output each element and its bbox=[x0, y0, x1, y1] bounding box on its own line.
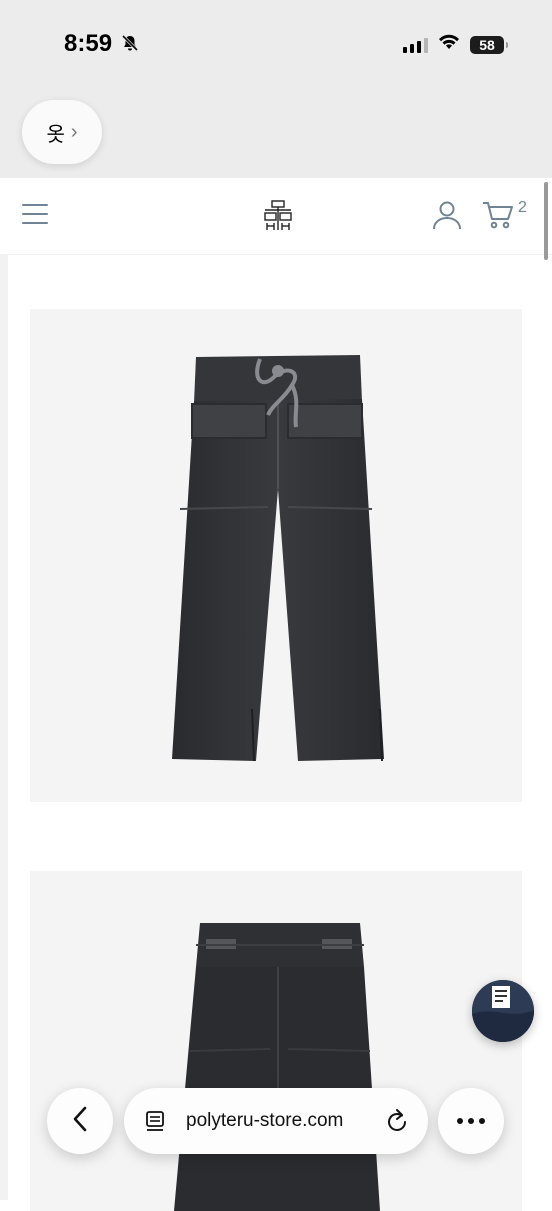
back-button[interactable] bbox=[47, 1088, 113, 1154]
account-icon[interactable] bbox=[432, 200, 462, 235]
url-text: polyteru-store.com bbox=[186, 1110, 344, 1131]
bell-slash-icon bbox=[121, 34, 139, 57]
status-indicators: 58 bbox=[403, 34, 508, 55]
cart-icon[interactable] bbox=[482, 200, 514, 235]
status-time: 8:59 bbox=[64, 30, 113, 57]
site-header: 2 bbox=[0, 178, 552, 255]
menu-icon[interactable] bbox=[22, 204, 48, 224]
floating-product-thumbnail[interactable] bbox=[472, 980, 534, 1042]
translate-label: 옷 bbox=[46, 123, 65, 146]
translate-button[interactable]: 옷 › bbox=[22, 100, 102, 164]
address-bar[interactable]: polyteru-store.com bbox=[124, 1088, 428, 1154]
tabs-icon[interactable] bbox=[144, 1109, 168, 1138]
back-icon bbox=[71, 1105, 89, 1138]
reload-icon[interactable] bbox=[386, 1108, 410, 1139]
wifi-icon bbox=[438, 34, 460, 55]
more-icon bbox=[456, 1112, 486, 1130]
product-image-front[interactable] bbox=[30, 309, 522, 802]
logo[interactable] bbox=[263, 200, 293, 232]
battery-icon: 58 bbox=[470, 35, 508, 54]
more-button[interactable] bbox=[438, 1088, 504, 1154]
chevron-right-icon: › bbox=[70, 120, 78, 143]
scrollbar[interactable] bbox=[544, 182, 548, 260]
page-gutter bbox=[0, 254, 8, 1200]
product-image-back[interactable] bbox=[30, 871, 522, 1211]
signal-icon bbox=[403, 37, 428, 53]
cart-count-badge: 2 bbox=[518, 199, 527, 216]
browser-top-area: 8:59 58 옷 › bbox=[0, 0, 552, 178]
